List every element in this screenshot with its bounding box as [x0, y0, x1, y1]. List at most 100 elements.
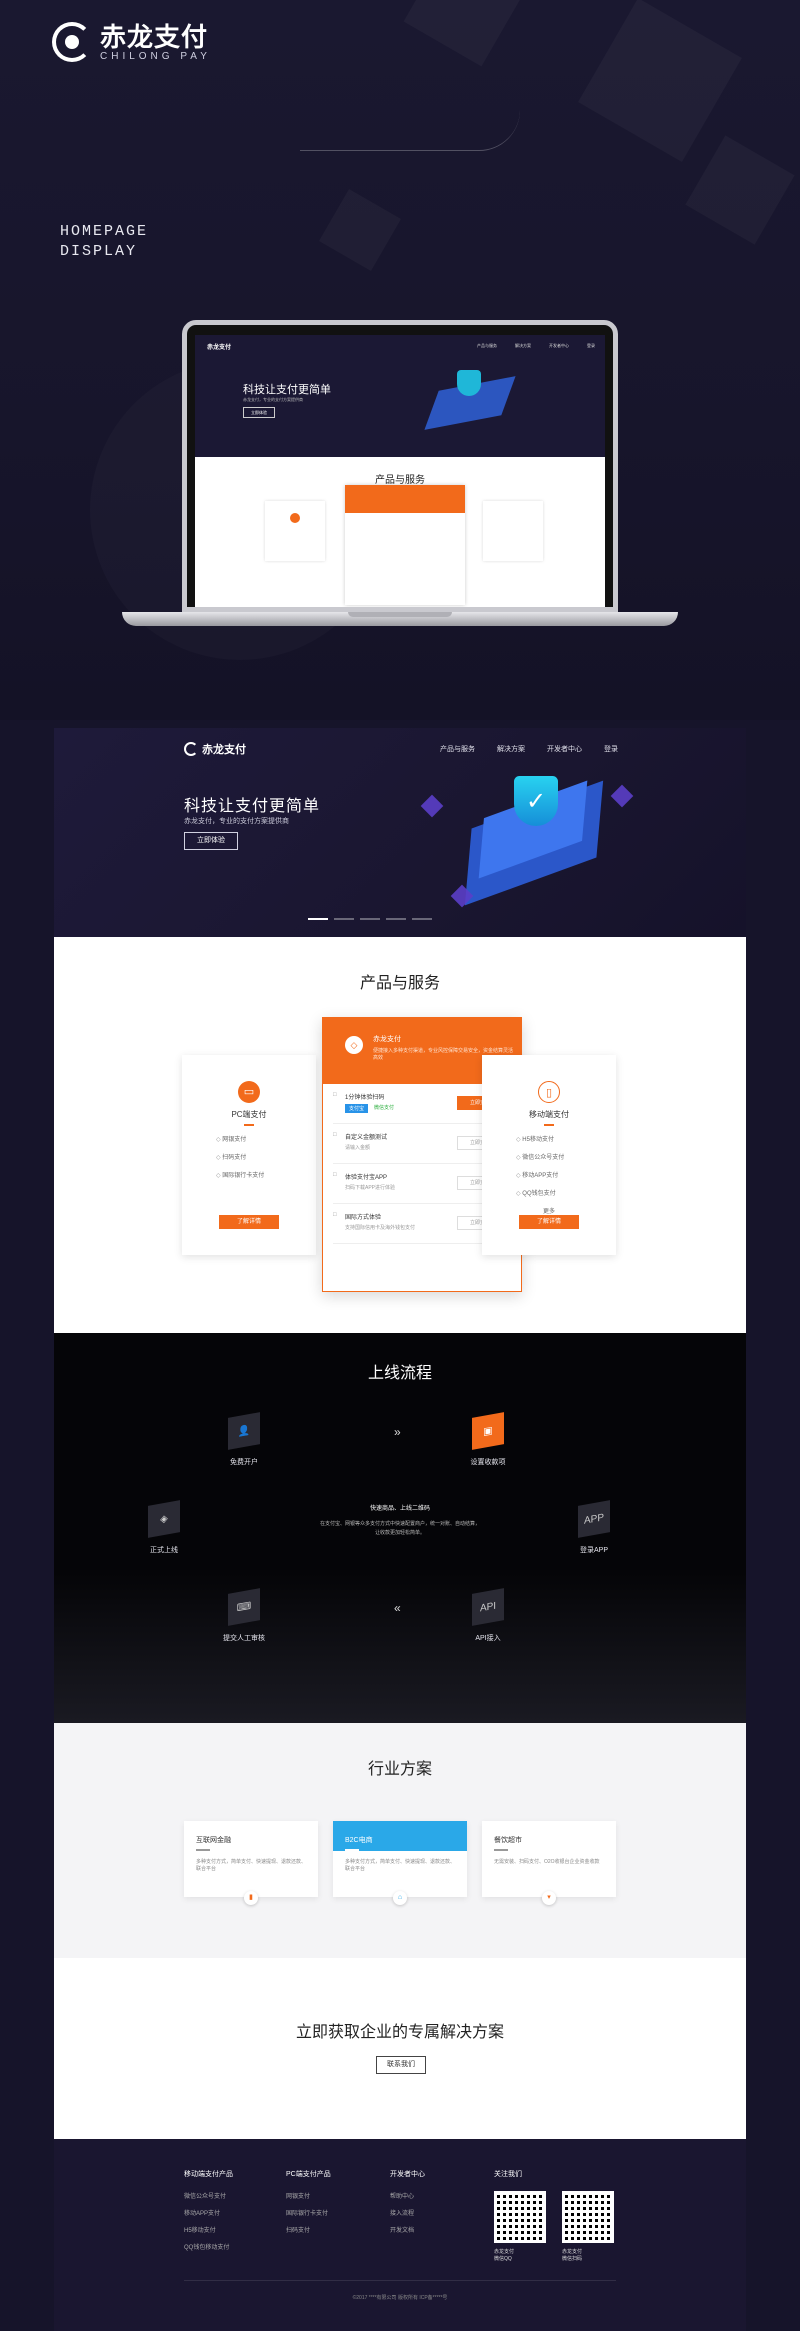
- flow-title: 上线流程: [367, 1365, 432, 1382]
- footer-link[interactable]: 扫码支付: [286, 2225, 331, 2234]
- nav-item-developer[interactable]: 开发者中心: [547, 744, 582, 754]
- mini-nav-item: 登录: [587, 343, 595, 348]
- footer-col-pc: PC端支付产品 网银支付 国际银行卡支付 扫码支付: [286, 2169, 331, 2242]
- card-title: 餐饮超市: [494, 1837, 522, 1844]
- card-desc: 无需安装、扫码支付、O2O收银台企业资金收款: [494, 1859, 600, 1865]
- decor-hex: [685, 135, 794, 244]
- step-app: APP 登录APP: [554, 1500, 634, 1555]
- step-label: 设置收款项: [470, 1459, 506, 1466]
- hero-section: 赤龙支付 产品与服务 解决方案 开发者中心 登录 科技让支付更简单 赤龙支付，专…: [54, 728, 746, 937]
- basket-icon: ▾: [542, 1891, 556, 1905]
- industry-section: 行业方案 互联网金融 多种支付方式，简单支付、快速提现、退款还款、联合平台 ▮ …: [54, 1723, 746, 1958]
- site-logo[interactable]: 赤龙支付: [184, 741, 246, 757]
- hero-subtitle: 赤龙支付，专业的支付方案提供商: [184, 818, 289, 825]
- industry-card-finance[interactable]: 互联网金融 多种支付方式，简单支付、快速提现、退款还款、联合平台 ▮: [184, 1821, 318, 1905]
- pc-learn-more-button[interactable]: 了解详情: [219, 1215, 279, 1229]
- mini-hero: 赤龙支付 产品与服务 解决方案 开发者中心 登录 科技让支付更简单 赤龙支付，专…: [195, 335, 605, 457]
- slide-dot[interactable]: [308, 918, 328, 920]
- footer-col-title: 开发者中心: [390, 2171, 425, 2178]
- decor-line: [300, 110, 520, 151]
- alipay-chip[interactable]: 支付宝: [345, 1104, 369, 1113]
- row-sub: 扫码下载APP进行体验: [345, 1185, 396, 1191]
- qr-code-wechat: [562, 2191, 614, 2243]
- app-icon: APP: [578, 1500, 610, 1538]
- amount-input[interactable]: 请输入金额: [345, 1144, 370, 1151]
- try-now-button[interactable]: 立即体验: [184, 832, 238, 850]
- decor-hex: [319, 189, 401, 271]
- laptop-notch: [348, 612, 452, 617]
- slide-dot[interactable]: [412, 918, 432, 920]
- nav-item-products[interactable]: 产品与服务: [440, 744, 475, 754]
- contact-us-button[interactable]: 联系我们: [376, 2056, 426, 2074]
- settings-icon: ▣: [472, 1412, 504, 1450]
- footer-link[interactable]: QQ钱包移动支付: [184, 2242, 233, 2251]
- launch-icon: ◈: [148, 1500, 180, 1538]
- step-setup: ▣ 设置收款项: [448, 1412, 528, 1467]
- footer-link[interactable]: 帮助中心: [390, 2191, 425, 2200]
- cube-decor: [610, 784, 634, 808]
- step-live: ◈ 正式上线: [124, 1500, 204, 1555]
- mobile-learn-more-button[interactable]: 了解详情: [519, 1215, 579, 1229]
- list-item: 网银支付: [216, 1134, 316, 1143]
- mini-logo: 赤龙支付: [207, 345, 232, 351]
- brand-logo[interactable]: 赤龙支付 CHILONG PAY: [52, 22, 211, 62]
- step-register: 👤 免费开户: [204, 1412, 284, 1467]
- label-line-2: DISPLAY: [60, 243, 138, 260]
- footer-link[interactable]: 微信公众号支付: [184, 2191, 233, 2200]
- step-label: 免费开户: [230, 1459, 258, 1466]
- footer-link[interactable]: 网银支付: [286, 2191, 331, 2200]
- mini-shield-icon: [457, 370, 481, 396]
- homepage-display-label: HOMEPAGE DISPLAY: [60, 222, 148, 262]
- mini-hero-subtitle: 赤龙支付，专业的支付方案提供商: [243, 397, 303, 402]
- wechat-pay-chip[interactable]: 微信支付: [374, 1104, 394, 1113]
- label-line-1: HOMEPAGE: [60, 223, 149, 240]
- mini-nav: 产品与服务 解决方案 开发者中心 登录: [477, 343, 595, 349]
- list-item: 国际银行卡支付: [216, 1170, 316, 1179]
- arrow-right-icon: »: [394, 1425, 401, 1439]
- qr-code-qq: [494, 2191, 546, 2243]
- hero-title: 科技让支付更简单: [184, 798, 321, 815]
- mini-card-center: [345, 485, 465, 605]
- phone-icon: ▯: [538, 1081, 560, 1103]
- mini-hero-title: 科技让支付更简单: [243, 384, 331, 396]
- mini-card-head: [345, 485, 465, 513]
- row-sub: 支持国际信用卡及海外钱包支付: [345, 1225, 416, 1231]
- pay-demo-title: 赤龙支付: [373, 1036, 401, 1043]
- slide-dot[interactable]: [334, 918, 354, 920]
- card-title: B2C电商: [345, 1837, 373, 1844]
- mini-site-preview: 赤龙支付 产品与服务 解决方案 开发者中心 登录 科技让支付更简单 赤龙支付，专…: [195, 335, 605, 607]
- industry-card-ecommerce[interactable]: B2C电商 多种支付方式，简单支付、快速提现、退款还款、联合平台 ⌂: [333, 1821, 467, 1905]
- list-item: H5移动支付: [516, 1134, 616, 1143]
- footer-link[interactable]: 接入流程: [390, 2208, 425, 2217]
- card-desc: 多种支付方式，简单支付、快速提现、退款还款、联合平台: [345, 1859, 456, 1872]
- laptop-base: [122, 612, 678, 626]
- footer-col-title: 关注我们: [494, 2171, 522, 2178]
- mobile-pay-list: H5移动支付 微信公众号支付 移动APP支付 QQ钱包支付: [482, 1134, 616, 1197]
- footer-link[interactable]: 开发文档: [390, 2225, 425, 2234]
- api-icon: API: [472, 1588, 504, 1626]
- main-nav: 产品与服务 解决方案 开发者中心 登录: [440, 744, 618, 754]
- industry-card-retail[interactable]: 餐饮超市 无需安装、扫码支付、O2O收银台企业资金收款 ▾: [482, 1821, 616, 1905]
- footer-col-title: PC端支付产品: [286, 2171, 331, 2178]
- list-item: 移动APP支付: [516, 1170, 616, 1179]
- shield-check-icon: ✓: [514, 776, 558, 826]
- footer-link[interactable]: 国际银行卡支付: [286, 2208, 331, 2217]
- slide-dot[interactable]: [360, 918, 380, 920]
- laptop-screen: 赤龙支付 产品与服务 解决方案 开发者中心 登录 科技让支付更简单 赤龙支付，专…: [182, 320, 618, 612]
- footer-link[interactable]: H5移动支付: [184, 2225, 233, 2234]
- nav-item-solutions[interactable]: 解决方案: [497, 744, 525, 754]
- footer-link[interactable]: 移动APP支付: [184, 2208, 233, 2217]
- products-title: 产品与服务: [359, 975, 440, 992]
- flow-center-text: 在支付宝、网银等众多支付方式中快速配置商户，统一对账、自动结算，让收款更加轻松简…: [320, 1521, 481, 1536]
- card-title: 互联网金融: [196, 1837, 231, 1844]
- shop-icon: ⌂: [393, 1891, 407, 1905]
- list-item: 扫码支付: [216, 1152, 316, 1161]
- divider: [345, 1849, 359, 1851]
- step-label: 提交人工审核: [223, 1635, 265, 1642]
- mini-products-title: 产品与服务: [375, 475, 425, 486]
- step-label: 登录APP: [579, 1547, 608, 1554]
- card-desc: 多种支付方式，简单支付、快速提现、退款还款、联合平台: [196, 1859, 307, 1872]
- nav-item-login[interactable]: 登录: [604, 744, 618, 754]
- slide-dot[interactable]: [386, 918, 406, 920]
- more-link[interactable]: 更多: [482, 1206, 616, 1215]
